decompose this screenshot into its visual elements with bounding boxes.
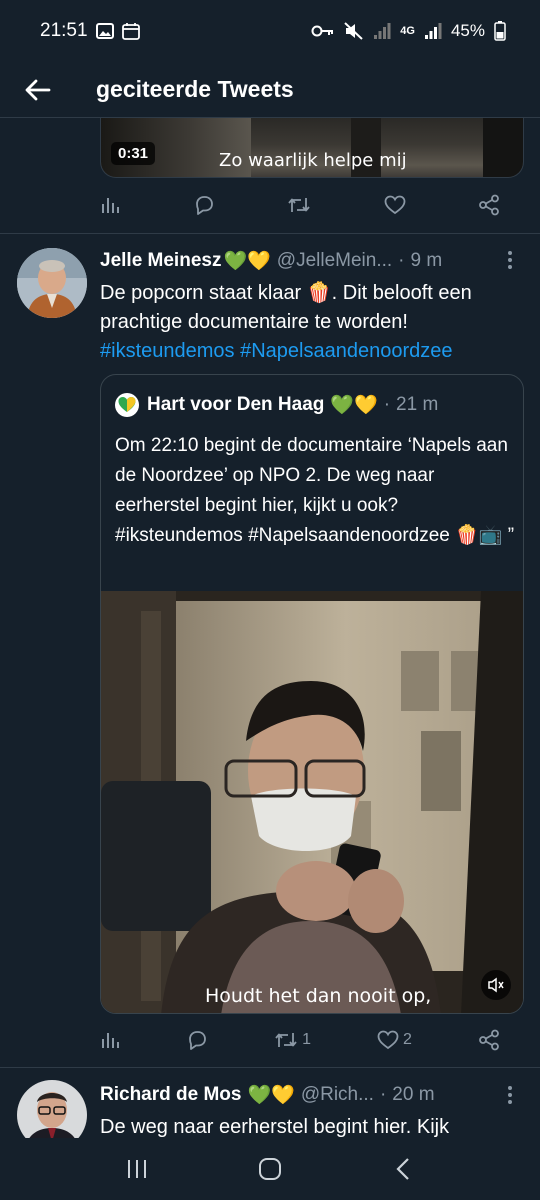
- network-label: 4G: [400, 24, 415, 37]
- more-options-button[interactable]: [500, 1085, 520, 1105]
- divider: [0, 233, 540, 234]
- hashtag-link[interactable]: #iksteundemos: [100, 340, 235, 362]
- tweet-body: De popcorn staat klaar 🍿. Dit belooft ee…: [100, 282, 472, 333]
- tweet-header: Jelle Meinesz 💚💛 @JelleMein... · 9 m: [100, 249, 442, 273]
- recent-apps-button[interactable]: [117, 1149, 157, 1189]
- quoted-author-emoji: 💚💛: [330, 395, 378, 416]
- mute-icon: [344, 22, 364, 40]
- author-name[interactable]: Richard de Mos: [100, 1084, 241, 1106]
- video-frame: [101, 591, 523, 1013]
- tweet-header: Richard de Mos 💚💛 @Rich... · 20 m: [100, 1083, 435, 1107]
- reply-icon: [189, 1031, 206, 1050]
- home-button[interactable]: [250, 1149, 290, 1189]
- quoted-tweet-video[interactable]: Houdt het dan nooit op,: [101, 591, 523, 1013]
- quoted-author-name[interactable]: Hart voor Den Haag: [147, 394, 324, 416]
- back-button[interactable]: [18, 70, 58, 110]
- signal-icon: [373, 22, 391, 40]
- tweet-text: De popcorn staat klaar 🍿. Dit belooft ee…: [100, 279, 520, 366]
- divider: [0, 1067, 540, 1068]
- battery-icon: [494, 21, 506, 41]
- like-button[interactable]: 2: [377, 1025, 412, 1055]
- tweet-video[interactable]: 0:31 Zo waarlijk helpe mij: [100, 118, 524, 178]
- separator: ·: [379, 1084, 387, 1105]
- retweet-count: 1: [302, 1031, 311, 1048]
- top-app-bar: geciteerde Tweets: [0, 62, 540, 118]
- image-icon: [95, 23, 114, 39]
- quoted-tweet-header: Hart voor Den Haag 💚💛 · 21 m: [115, 393, 438, 417]
- author-emoji: 💚💛: [223, 251, 271, 272]
- tweet-time[interactable]: 20 m: [392, 1084, 434, 1106]
- retweet-button[interactable]: [287, 190, 311, 220]
- signal-icon: [424, 22, 442, 40]
- reply-icon: [195, 196, 213, 215]
- analytics-button[interactable]: [100, 1025, 120, 1055]
- tweet-actions: [100, 190, 500, 220]
- video-duration-badge: 0:31: [111, 142, 156, 165]
- video-subtitle: Zo waarlijk helpe mij: [219, 150, 407, 171]
- more-vertical-icon: [508, 251, 512, 269]
- arrow-left-icon: [25, 79, 51, 100]
- like-count: 2: [403, 1031, 412, 1048]
- share-icon: [479, 194, 499, 216]
- analytics-button[interactable]: [100, 190, 120, 220]
- share-button[interactable]: [478, 1025, 500, 1055]
- system-navigation-bar: [0, 1138, 540, 1200]
- page-title: geciteerde Tweets: [96, 76, 294, 102]
- recent-apps-icon: [127, 1160, 146, 1178]
- retweet-button[interactable]: 1: [274, 1025, 311, 1055]
- mute-toggle-button[interactable]: [481, 970, 511, 1000]
- tweet-actions: 1 2: [100, 1025, 500, 1055]
- like-button[interactable]: [384, 190, 406, 220]
- chevron-left-icon: [396, 1158, 410, 1180]
- more-options-button[interactable]: [500, 250, 520, 270]
- quoted-tweet-time: 21 m: [396, 394, 439, 415]
- author-handle[interactable]: @Rich...: [301, 1084, 374, 1106]
- quoted-avatar: [115, 393, 139, 417]
- reply-button[interactable]: [186, 1025, 208, 1055]
- share-icon: [479, 1029, 499, 1051]
- heart-icon: [384, 195, 405, 215]
- reply-button[interactable]: [193, 190, 215, 220]
- video-frame: [483, 118, 523, 177]
- status-time: 21:51: [40, 20, 88, 41]
- separator: ·: [398, 250, 405, 271]
- tweet-text: De weg naar eerherstel begint hier. Kijk: [100, 1116, 450, 1138]
- home-icon: [258, 1158, 281, 1180]
- tweet-time[interactable]: 9 m: [411, 250, 443, 272]
- back-nav-button[interactable]: [383, 1149, 423, 1189]
- analytics-icon: [102, 1033, 119, 1048]
- author-name[interactable]: Jelle Meinesz: [100, 250, 221, 272]
- heart-icon: [377, 1030, 399, 1050]
- more-vertical-icon: [508, 1086, 512, 1104]
- quoted-tweet[interactable]: Hart voor Den Haag 💚💛 · 21 m Om 22:10 be…: [100, 374, 524, 1014]
- author-handle[interactable]: @JelleMein...: [277, 250, 392, 272]
- quoted-tweet-text: Om 22:10 begint de documentaire ‘Napels …: [115, 435, 515, 546]
- battery-percent: 45%: [450, 21, 485, 40]
- retweet-icon: [275, 1033, 297, 1047]
- separator: ·: [383, 394, 391, 415]
- key-icon: [311, 24, 335, 38]
- hashtag-link[interactable]: #Napelsaandenoordzee: [240, 340, 452, 362]
- share-button[interactable]: [478, 190, 500, 220]
- volume-off-icon: [488, 977, 504, 993]
- analytics-icon: [102, 198, 119, 213]
- retweet-icon: [288, 198, 310, 212]
- avatar[interactable]: [17, 248, 87, 318]
- video-subtitle: Houdt het dan nooit op,: [205, 985, 432, 1007]
- status-bar: 21:51 4G 45%: [0, 0, 540, 62]
- calendar-icon: [121, 22, 140, 40]
- author-emoji: 💚💛: [247, 1085, 295, 1106]
